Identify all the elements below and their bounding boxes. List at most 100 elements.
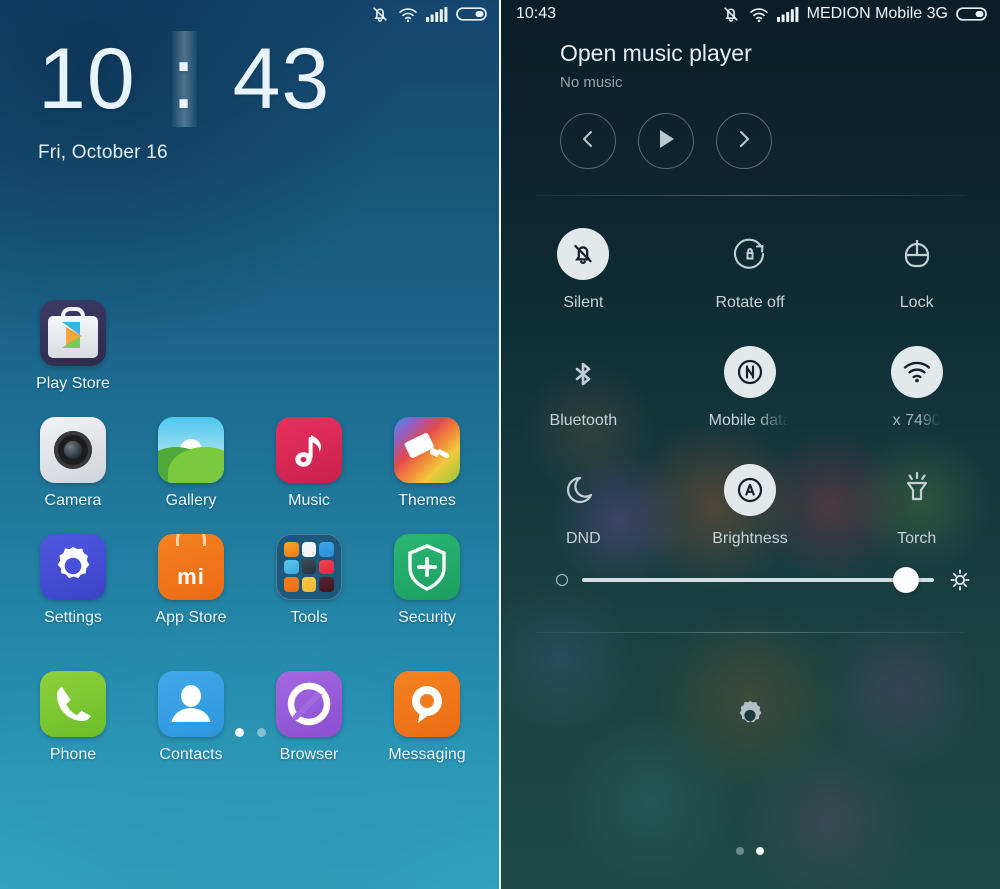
app-camera[interactable]: Camera (14, 417, 132, 510)
control-center: 10:43 MEDION Mobile 3G Open music player… (500, 0, 1000, 889)
cc-page-dot-1[interactable] (736, 847, 744, 855)
play-button[interactable] (638, 113, 694, 169)
app-contacts[interactable]: Contacts (132, 671, 250, 764)
toggle-row: Silent Rotate off Lock (500, 228, 1000, 312)
toggle-wifi[interactable]: x 7490 (833, 346, 1000, 430)
toggle-lock[interactable]: Lock (833, 228, 1000, 312)
toggle-row: Bluetooth Mobile data x 7490 (500, 346, 1000, 430)
home-status-bar (0, 0, 500, 28)
toggle-silent[interactable]: Silent (500, 228, 667, 312)
quick-toggles: Silent Rotate off Lock Bluetooth Mobile … (500, 196, 1000, 593)
bell-off-icon (557, 228, 610, 280)
battery-icon (956, 6, 988, 22)
previous-track-button[interactable] (560, 113, 616, 169)
app-label: Gallery (165, 492, 217, 509)
settings-icon (40, 534, 106, 600)
app-label: Camera (44, 492, 102, 509)
toggle-rotate[interactable]: Rotate off (667, 228, 834, 312)
app-messaging[interactable]: Messaging (368, 671, 486, 764)
control-center-page-indicator (500, 847, 1000, 855)
page-dot-1[interactable] (234, 728, 244, 737)
toggle-label: Rotate off (715, 294, 785, 311)
music-icon (276, 417, 342, 483)
app-gallery[interactable]: Gallery (132, 417, 250, 510)
clock-separator: : (171, 31, 197, 127)
carrier-label: MEDION Mobile 3G (806, 5, 948, 22)
app-music[interactable]: Music (250, 417, 368, 510)
moon-icon (557, 464, 609, 516)
app-label: Themes (398, 492, 456, 509)
app-row: Camera Gallery Music Themes (0, 417, 500, 510)
torch-icon (891, 464, 943, 516)
app-themes[interactable]: Themes (368, 417, 486, 510)
auto-brightness-icon (724, 464, 776, 516)
section-divider-bottom (536, 632, 964, 633)
app-label: Phone (49, 746, 97, 763)
clock-time: 10:43 (38, 31, 330, 127)
battery-icon (456, 6, 488, 22)
toggle-torch[interactable]: Torch (833, 464, 1000, 548)
toggle-dnd[interactable]: DND (500, 464, 667, 548)
lock-icon (891, 228, 943, 280)
brightness-slider-knob[interactable] (892, 567, 919, 593)
toggle-row: DND Brightness Torch (500, 464, 1000, 548)
next-track-button[interactable] (716, 113, 772, 169)
gear-icon (729, 695, 771, 742)
app-tools-folder[interactable]: Tools (250, 534, 368, 627)
toggle-label: Silent (563, 294, 604, 311)
app-app-store[interactable]: mi App Store (132, 534, 250, 627)
rotate-lock-icon (724, 228, 776, 280)
silent-bell-icon (721, 4, 741, 24)
app-label: Play Store (36, 375, 110, 392)
dual-screenshot: 10:43 Fri, October 16 Play Store Camera … (0, 0, 1000, 889)
dock-row: Phone Contacts Browser Messaging (0, 671, 500, 764)
toggle-brightness[interactable]: Brightness (667, 464, 834, 548)
app-label: Browser (279, 746, 339, 763)
control-center-status-bar: 10:43 MEDION Mobile 3G (500, 0, 1000, 28)
play-store-icon (40, 300, 106, 366)
brightness-slider-track[interactable] (582, 567, 934, 593)
app-label: Settings (44, 609, 102, 626)
settings-shortcut[interactable] (500, 695, 1000, 742)
brightness-slider[interactable] (500, 567, 1000, 593)
app-label: Tools (290, 609, 328, 626)
clock-hours: 10 (38, 31, 136, 127)
app-security[interactable]: Security (368, 534, 486, 627)
app-label: Messaging (388, 746, 466, 763)
toggle-mobile-data[interactable]: Mobile data (667, 346, 834, 430)
app-phone[interactable]: Phone (14, 671, 132, 764)
small-sun-icon (556, 574, 568, 586)
themes-icon (394, 417, 460, 483)
toggle-bluetooth[interactable]: Bluetooth (500, 346, 667, 430)
app-settings[interactable]: Settings (14, 534, 132, 627)
app-row: Settings mi App Store Tools Security (0, 534, 500, 627)
app-play-store[interactable]: Play Store (14, 300, 132, 393)
sun-icon (948, 568, 972, 592)
toggle-label: Lock (899, 294, 934, 311)
play-icon (656, 128, 676, 155)
music-subtitle: No music (560, 74, 623, 91)
gallery-icon (158, 417, 224, 483)
page-dot-2[interactable] (256, 728, 266, 737)
music-transport-controls (560, 113, 1000, 169)
toggle-label: Mobile data (708, 412, 792, 429)
app-grid: Play Store Camera Gallery Music Themes S… (0, 300, 500, 788)
home-screen: 10:43 Fri, October 16 Play Store Camera … (0, 0, 500, 889)
cc-page-dot-2[interactable] (756, 847, 764, 855)
music-title[interactable]: Open music player (560, 40, 1000, 67)
bluetooth-icon (557, 346, 609, 398)
toggle-label: DND (566, 530, 601, 547)
tools-folder-icon (276, 534, 342, 600)
chevron-right-icon (734, 129, 754, 154)
home-page-indicator (0, 728, 500, 737)
toggle-label: Brightness (712, 530, 788, 547)
app-browser[interactable]: Browser (250, 671, 368, 764)
app-label: Contacts (159, 746, 223, 763)
mobile-data-icon (724, 346, 776, 398)
signal-icon (776, 6, 799, 22)
wifi-icon (749, 6, 769, 23)
signal-icon (426, 6, 448, 22)
camera-icon (40, 417, 106, 483)
clock-minutes: 43 (232, 31, 331, 127)
wifi-icon (890, 346, 943, 398)
